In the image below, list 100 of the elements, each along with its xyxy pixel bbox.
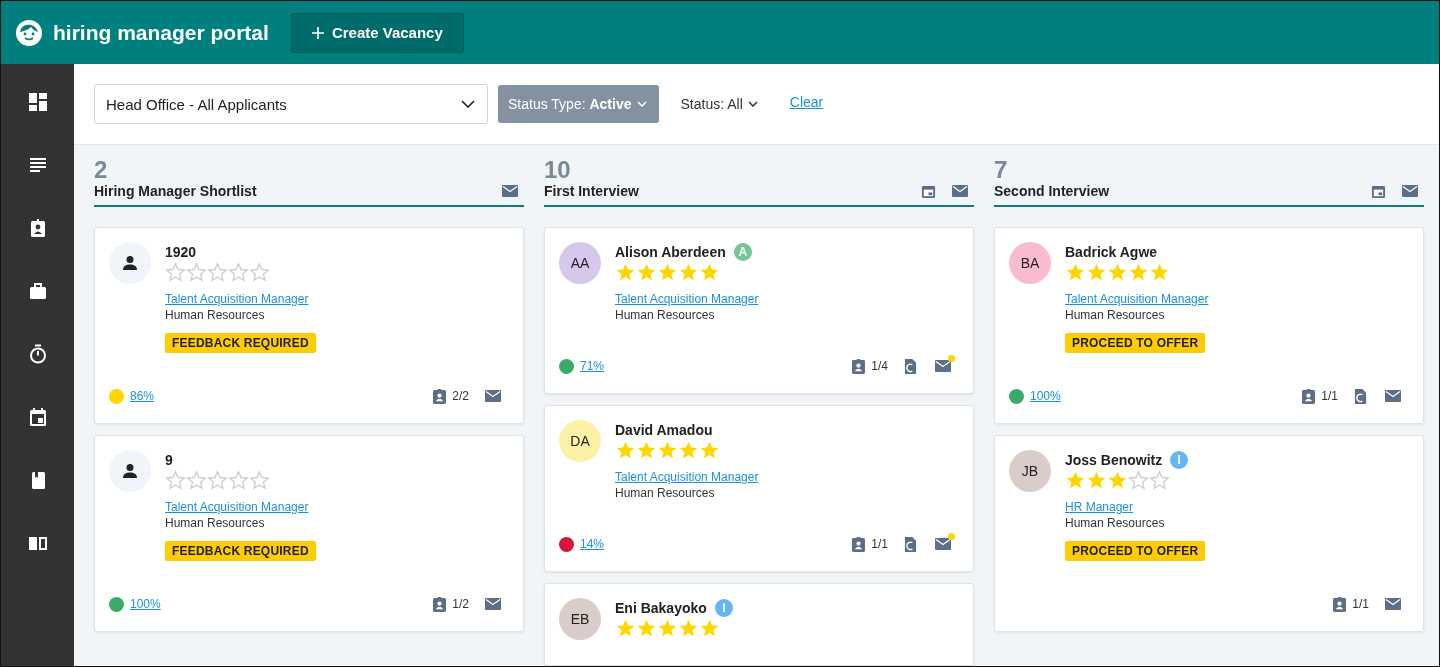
star-icon: [699, 618, 720, 639]
match-score-link[interactable]: 86%: [130, 389, 155, 403]
applicant-name: Alison Aberdeen: [615, 244, 726, 260]
star-rating[interactable]: [165, 262, 270, 283]
star-rating[interactable]: [1065, 470, 1170, 491]
applicant-name: David Amadou: [615, 422, 713, 438]
avatar-initials: EB: [559, 598, 601, 640]
star-icon: [186, 470, 207, 491]
briefcase-icon[interactable]: [27, 281, 48, 301]
chevron-down-icon: [461, 100, 475, 108]
star-icon: [228, 262, 249, 283]
mail-icon[interactable]: [935, 355, 955, 372]
match-score-link[interactable]: 14%: [580, 537, 605, 551]
star-icon: [615, 440, 636, 461]
star-icon: [678, 440, 699, 461]
status-tag: PROCEED TO OFFER: [1065, 333, 1206, 353]
match-score-link[interactable]: 100%: [1030, 389, 1061, 403]
interview-count: 1/1: [871, 537, 888, 551]
app-title: hiring manager portal: [53, 20, 269, 45]
applicant-card[interactable]: AA Alison Aberdeen A Talent Acquisition Manager Human Resources 71% 1/4: [544, 227, 974, 394]
status-tag: PROCEED TO OFFER: [1065, 541, 1206, 561]
avatar-initials: JB: [1009, 450, 1051, 492]
job-title-link[interactable]: Talent Acquisition Manager: [615, 291, 759, 307]
star-icon: [1065, 470, 1086, 491]
status-tag: FEEDBACK REQUIRED: [165, 541, 316, 561]
interview-count: 1/4: [871, 359, 888, 373]
create-vacancy-button[interactable]: Create Vacancy: [290, 12, 464, 53]
star-icon: [657, 262, 678, 283]
applicant-card[interactable]: 1920 Talent Acquisition Manager Human Resources FEEDBACK REQUIRED 86% 2/2: [94, 227, 524, 424]
star-rating[interactable]: [615, 618, 720, 639]
id-badge-icon[interactable]: [1333, 596, 1347, 612]
department-text: Human Resources: [165, 515, 265, 531]
mail-icon[interactable]: [952, 185, 968, 197]
star-icon: [228, 470, 249, 491]
applicant-card[interactable]: BA Badrick Agwe Talent Acquisition Manager Human Resources PROCEED TO OFFER 100% 1/1: [994, 227, 1424, 424]
avatar-initials: DA: [559, 420, 601, 462]
star-icon: [1128, 470, 1149, 491]
star-icon: [1107, 470, 1128, 491]
document-icon[interactable]: [904, 358, 917, 374]
applicant-card[interactable]: DA David Amadou Talent Acquisition Manager Human Resources 14% 1/1: [544, 405, 974, 572]
stopwatch-icon[interactable]: [27, 344, 48, 364]
id-badge-icon[interactable]: [852, 358, 866, 374]
job-title-link[interactable]: Talent Acquisition Manager: [165, 499, 309, 515]
job-title-link[interactable]: Talent Acquisition Manager: [165, 291, 309, 307]
star-icon: [636, 440, 657, 461]
column-title: First Interview: [544, 183, 639, 199]
applicant-card[interactable]: JB Joss Benowitz I HR Manager Human Resources PROCEED TO OFFER 1/1: [994, 435, 1424, 632]
column-title: Hiring Manager Shortlist: [94, 183, 257, 199]
avatar-initials: BA: [1009, 242, 1051, 284]
list-icon[interactable]: [27, 155, 48, 175]
chevron-down-icon: [636, 101, 647, 107]
applicant-name: Eni Bakayoko: [615, 600, 707, 616]
star-icon: [615, 262, 636, 283]
department-text: Human Resources: [1065, 515, 1165, 531]
star-rating[interactable]: [165, 470, 270, 491]
calendar-icon[interactable]: [27, 407, 48, 427]
match-score-link[interactable]: 71%: [580, 359, 605, 373]
id-badge-icon[interactable]: [433, 596, 447, 612]
job-title-link[interactable]: HR Manager: [1065, 499, 1134, 515]
job-title-link[interactable]: Talent Acquisition Manager: [615, 469, 759, 485]
applicant-card[interactable]: EB Eni Bakayoko I: [544, 583, 974, 666]
interview-count: 1/2: [452, 597, 469, 611]
star-icon: [1086, 262, 1107, 283]
interview-count: 1/1: [1352, 597, 1369, 611]
mail-icon[interactable]: [1402, 185, 1418, 197]
star-icon: [1149, 470, 1170, 491]
dashboard-icon[interactable]: [27, 92, 48, 112]
document-icon[interactable]: [904, 536, 917, 552]
applicant-name: 9: [165, 452, 173, 468]
status-dropdown[interactable]: Status: All: [674, 95, 764, 113]
star-rating[interactable]: [1065, 262, 1170, 283]
location-select[interactable]: Head Office - All Applicants: [94, 84, 488, 124]
id-badge-icon[interactable]: [852, 536, 866, 552]
clear-link[interactable]: Clear: [789, 94, 824, 110]
person-icon: [122, 463, 138, 479]
star-icon: [699, 262, 720, 283]
interview-count: 1/1: [1321, 389, 1338, 403]
status-tag: FEEDBACK REQUIRED: [165, 333, 316, 353]
column-count: 10: [544, 157, 572, 183]
status-type-button[interactable]: Status Type: Active: [498, 85, 659, 123]
star-rating[interactable]: [615, 262, 720, 283]
job-title-link[interactable]: Talent Acquisition Manager: [1065, 291, 1209, 307]
star-icon: [1086, 470, 1107, 491]
mail-icon[interactable]: [502, 185, 518, 197]
star-icon: [657, 618, 678, 639]
column-count: 2: [94, 157, 109, 183]
person-icon: [122, 255, 138, 271]
star-icon: [1107, 262, 1128, 283]
avatar-initials: AA: [559, 242, 601, 284]
star-icon: [678, 262, 699, 283]
match-score-link[interactable]: 100%: [130, 597, 161, 611]
document-icon[interactable]: [1354, 388, 1367, 404]
star-icon: [207, 470, 228, 491]
smiley-logo-icon: [15, 18, 43, 47]
mail-icon[interactable]: [935, 533, 955, 550]
id-badge-icon[interactable]: [433, 388, 447, 404]
applicant-card[interactable]: 9 Talent Acquisition Manager Human Resources FEEDBACK REQUIRED 100% 1/2: [94, 435, 524, 632]
star-icon: [165, 262, 186, 283]
star-rating[interactable]: [615, 440, 720, 461]
id-badge-icon[interactable]: [1302, 388, 1316, 404]
